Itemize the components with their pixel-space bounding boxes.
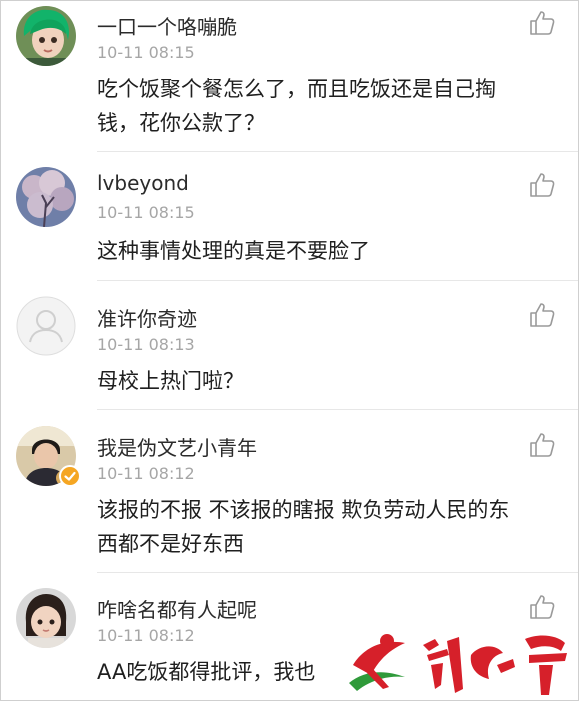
thumbs-up-icon xyxy=(530,11,555,35)
comment-time: 10-11 08:13 xyxy=(97,335,195,354)
divider xyxy=(97,572,578,573)
like-button[interactable] xyxy=(528,593,556,621)
divider xyxy=(97,280,578,281)
comment-time: 10-11 08:15 xyxy=(97,203,195,222)
username[interactable]: 准许你奇迹 xyxy=(97,303,197,332)
comment-text-line: 母校上热门啦？ xyxy=(97,369,244,393)
comment-text: 吃个饭聚个餐怎么了，而且吃饭还是自己掏 钱，花你公款了？ xyxy=(97,72,557,140)
comment-text: 母校上热门啦？ xyxy=(97,364,557,398)
comment-text-line: 这种事情处理的真是不要脸了 xyxy=(97,239,370,263)
comment-time: 10-11 08:15 xyxy=(97,43,195,62)
like-button[interactable] xyxy=(528,9,556,37)
comment-text-line: 西都不是好东西 xyxy=(97,532,244,556)
thumbs-up-icon xyxy=(530,173,555,197)
comment-list: 一口一个咯嘣脆 10-11 08:15 吃个饭聚个餐怎么了，而且吃饭还是自己掏 … xyxy=(0,0,579,701)
avatar[interactable] xyxy=(16,296,76,356)
like-button[interactable] xyxy=(528,301,556,329)
avatar[interactable] xyxy=(16,588,76,648)
comment-time: 10-11 08:12 xyxy=(97,626,195,645)
avatar[interactable] xyxy=(16,167,76,227)
username[interactable]: lvbeyond xyxy=(97,171,189,195)
comment-text-line: 钱，花你公款了？ xyxy=(97,111,265,135)
avatar-green-hair-icon xyxy=(16,6,76,66)
watermark-logo xyxy=(343,625,578,700)
thumbs-up-icon xyxy=(530,595,555,619)
avatar-default-icon xyxy=(16,296,76,356)
thumbs-up-icon xyxy=(530,433,555,457)
comment-text-line: 该报的不报 不该报的瞎报 欺负劳动人民的东 xyxy=(97,498,510,522)
username[interactable]: 咋啥名都有人起呢 xyxy=(97,594,257,623)
verified-badge-icon xyxy=(59,465,81,487)
username[interactable]: 我是伪文艺小青年 xyxy=(97,432,257,461)
avatar[interactable] xyxy=(16,6,76,66)
comment-text-line: 吃个饭聚个餐怎么了，而且吃饭还是自己掏 xyxy=(97,77,496,101)
avatar-blossom-tree-icon xyxy=(16,167,76,227)
divider xyxy=(97,409,578,410)
avatar-girl-photo-icon xyxy=(16,588,76,648)
comment-text: 该报的不报 不该报的瞎报 欺负劳动人民的东 西都不是好东西 xyxy=(97,493,557,561)
comment-text: 这种事情处理的真是不要脸了 xyxy=(97,234,557,268)
divider xyxy=(97,151,578,152)
news-logo-icon xyxy=(343,625,578,700)
like-button[interactable] xyxy=(528,431,556,459)
like-button[interactable] xyxy=(528,171,556,199)
username[interactable]: 一口一个咯嘣脆 xyxy=(97,11,237,40)
thumbs-up-icon xyxy=(530,303,555,327)
comment-time: 10-11 08:12 xyxy=(97,464,195,483)
